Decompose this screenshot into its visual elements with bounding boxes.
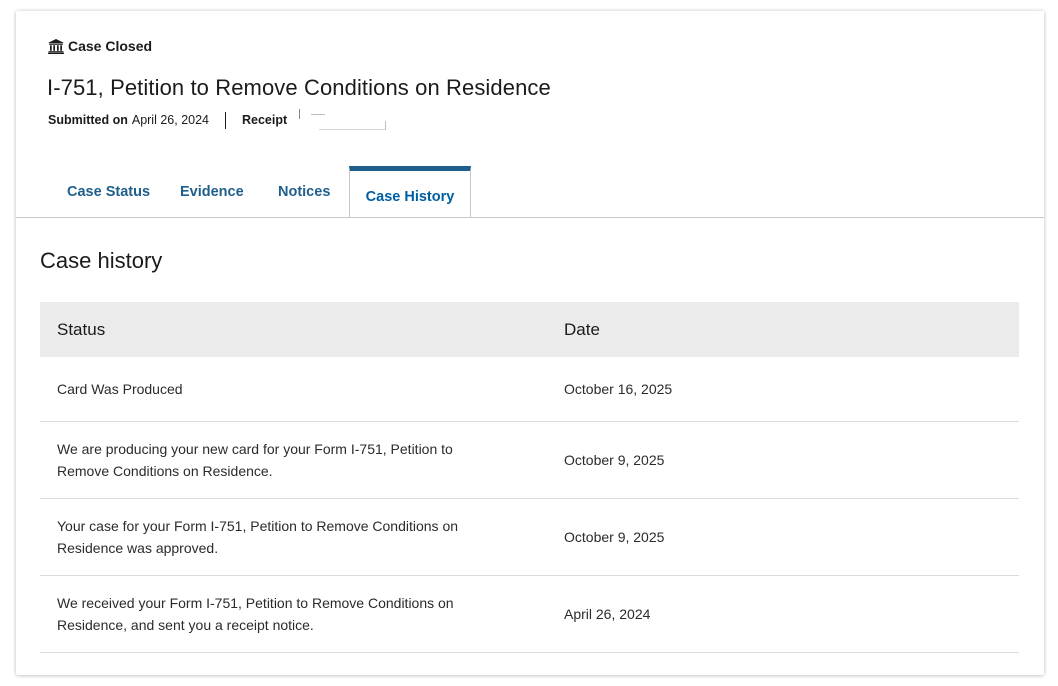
column-header-date: Date [547, 302, 1019, 357]
tab-case-status[interactable]: Case Status [67, 166, 150, 217]
case-card: Case Closed I-751, Petition to Remove Co… [16, 11, 1044, 675]
row-status-text: Your case for your Form I-751, Petition … [57, 517, 459, 556]
bank-building-icon [48, 38, 64, 54]
row-status-text: We received your Form I-751, Petition to… [57, 594, 454, 633]
case-tabs: Case Status Evidence Notices Case Histor… [16, 166, 1044, 218]
table-header-row: Status Date [40, 302, 1019, 357]
table-row: We received your Form I-751, Petition to… [40, 575, 1019, 653]
row-status: We are producing your new card for your … [40, 421, 547, 499]
case-meta: Submitted on April 26, 2024 Receipt [48, 109, 395, 130]
section-title: Case history [40, 248, 163, 273]
table-row: Your case for your Form I-751, Petition … [40, 498, 1019, 576]
tab-case-history[interactable]: Case History [349, 166, 471, 217]
row-status: Your case for your Form I-751, Petition … [40, 498, 547, 576]
case-status-line: Case Closed [48, 38, 152, 54]
page-title: I-751, Petition to Remove Conditions on … [47, 75, 551, 100]
table-row: Card Was Produced October 16, 2025 [40, 357, 1019, 422]
receipt-number-redacted [299, 109, 395, 133]
row-status: Card Was Produced [40, 357, 547, 422]
tab-evidence[interactable]: Evidence [180, 166, 244, 217]
submitted-date: April 26, 2024 [131, 113, 209, 127]
row-status: We received your Form I-751, Petition to… [40, 575, 547, 653]
row-date: October 16, 2025 [547, 357, 1019, 422]
column-header-status: Status [40, 302, 547, 357]
row-date: October 9, 2025 [547, 498, 1019, 576]
table-row: We are producing your new card for your … [40, 421, 1019, 499]
case-status-label: Case Closed [68, 38, 153, 54]
receipt-label: Receipt [242, 113, 288, 127]
submitted-label: Submitted on [48, 113, 128, 127]
meta-divider [225, 111, 226, 129]
row-status-text: We are producing your new card for your … [57, 440, 453, 479]
case-history-table: Status Date Card Was Produced October 16… [40, 302, 1019, 653]
row-date: April 26, 2024 [547, 575, 1019, 653]
row-date: October 9, 2025 [547, 421, 1019, 499]
tab-notices[interactable]: Notices [278, 166, 330, 217]
